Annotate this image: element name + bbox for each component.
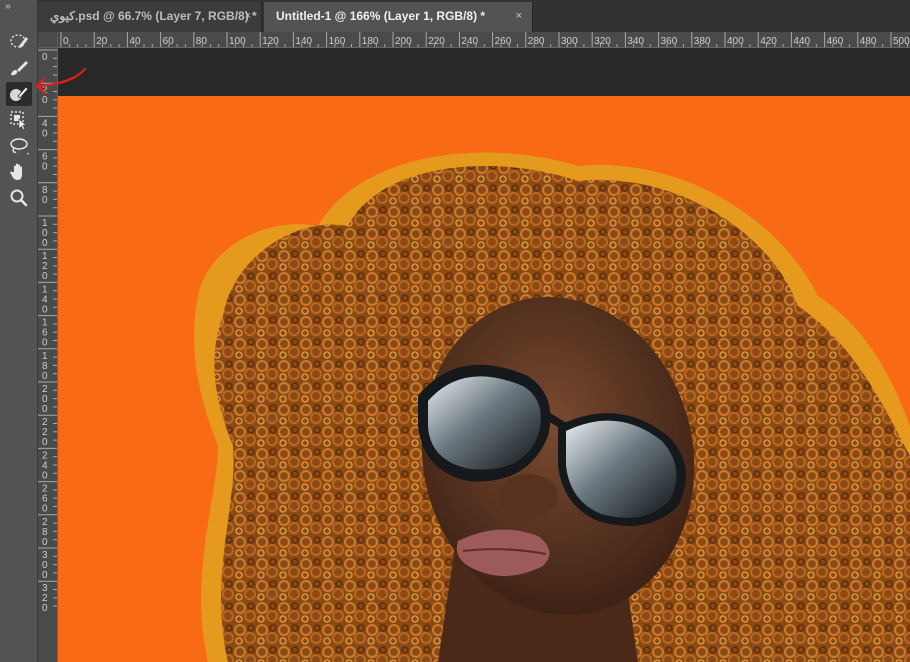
ruler-label: 280 bbox=[528, 36, 545, 47]
ruler-label: 0 bbox=[42, 570, 48, 581]
brush-icon bbox=[11, 61, 28, 76]
ruler-origin-corner[interactable] bbox=[38, 32, 58, 48]
quick-selection-icon bbox=[10, 34, 28, 48]
ruler-label: 60 bbox=[163, 36, 175, 47]
lasso-tool[interactable] bbox=[6, 134, 32, 158]
ruler-label: 0 bbox=[42, 162, 48, 173]
ruler-label: 120 bbox=[262, 36, 279, 47]
ruler-label: 260 bbox=[495, 36, 512, 47]
ruler-label: 0 bbox=[42, 304, 48, 315]
ruler-label: 0 bbox=[42, 52, 48, 63]
object-selection-icon bbox=[10, 111, 27, 130]
vertical-ruler[interactable]: 0204060801001201401601802002202402602803… bbox=[38, 48, 58, 662]
ruler-label: 400 bbox=[727, 36, 744, 47]
document-tab-untitled[interactable]: Untitled-1 @ 166% (Layer 1, RGB/8) * × bbox=[264, 2, 533, 32]
object-brush-icon bbox=[10, 86, 29, 101]
tab-label: Untitled-1 @ 166% (Layer 1, RGB/8) * bbox=[276, 9, 486, 23]
ruler-label: 440 bbox=[793, 36, 810, 47]
ruler-label: 200 bbox=[395, 36, 412, 47]
ruler-label: 460 bbox=[827, 36, 844, 47]
ruler-label: 0 bbox=[42, 195, 48, 206]
horizontal-ruler[interactable]: 0 20 40 60 80 100 120 140 160 180 200 220 240 260 280 3… bbox=[58, 32, 910, 48]
document-tab-bar: كيوي.psd @ 66.7% (Layer 7, RGB/8) * × Un… bbox=[38, 0, 910, 32]
ruler-label: 0 bbox=[42, 371, 48, 382]
ruler-label: 0 bbox=[42, 603, 48, 614]
ruler-label: 0 bbox=[42, 238, 48, 249]
zoom-icon bbox=[10, 189, 28, 207]
object-brush-tool[interactable] bbox=[6, 82, 32, 106]
ruler-label: 0 bbox=[42, 271, 48, 282]
ruler-label: 160 bbox=[329, 36, 346, 47]
image-canvas[interactable] bbox=[58, 96, 910, 662]
ruler-label: 0 bbox=[42, 437, 48, 448]
document-workspace bbox=[58, 48, 910, 662]
quick-selection-tool[interactable] bbox=[6, 30, 32, 54]
ruler-label: 140 bbox=[295, 36, 312, 47]
ruler-label: 380 bbox=[694, 36, 711, 47]
ruler-label: 480 bbox=[860, 36, 877, 47]
ruler-label: 220 bbox=[428, 36, 445, 47]
close-tab-icon[interactable]: × bbox=[245, 2, 251, 30]
ruler-label: 0 bbox=[42, 404, 48, 415]
close-tab-icon[interactable]: × bbox=[516, 2, 522, 30]
ruler-label: 20 bbox=[96, 36, 108, 47]
zoom-tool[interactable] bbox=[6, 186, 32, 210]
hand-tool[interactable] bbox=[6, 160, 32, 184]
object-selection-tool[interactable] bbox=[6, 108, 32, 132]
document-tab-kiwi[interactable]: كيوي.psd @ 66.7% (Layer 7, RGB/8) * × bbox=[38, 2, 262, 32]
tab-label: كيوي.psd @ 66.7% (Layer 7, RGB/8) * bbox=[50, 9, 257, 23]
panel-collapse-grip[interactable]: ›› bbox=[5, 2, 11, 12]
ruler-label: 360 bbox=[661, 36, 678, 47]
hand-icon bbox=[10, 163, 22, 180]
ruler-label: 0 bbox=[42, 537, 48, 548]
ruler-label: 0 bbox=[42, 128, 48, 139]
ruler-label: 180 bbox=[362, 36, 379, 47]
ruler-label: 500 bbox=[893, 36, 910, 47]
ruler-label: 100 bbox=[229, 36, 246, 47]
ruler-label: 300 bbox=[561, 36, 578, 47]
brush-tool[interactable] bbox=[6, 56, 32, 80]
ruler-label: 80 bbox=[196, 36, 208, 47]
ruler-label: 420 bbox=[760, 36, 777, 47]
annotation-arrow bbox=[35, 67, 87, 95]
ruler-label: 0 bbox=[42, 338, 48, 349]
ruler-label: 0 bbox=[42, 504, 48, 515]
ruler-label: 0 bbox=[63, 36, 69, 47]
ruler-label: 40 bbox=[129, 36, 141, 47]
ruler-label: 340 bbox=[627, 36, 644, 47]
ruler-label: 240 bbox=[461, 36, 478, 47]
portrait-photo bbox=[194, 152, 910, 662]
lasso-icon bbox=[10, 138, 29, 155]
ruler-label: 0 bbox=[42, 470, 48, 481]
ruler-label: 320 bbox=[594, 36, 611, 47]
